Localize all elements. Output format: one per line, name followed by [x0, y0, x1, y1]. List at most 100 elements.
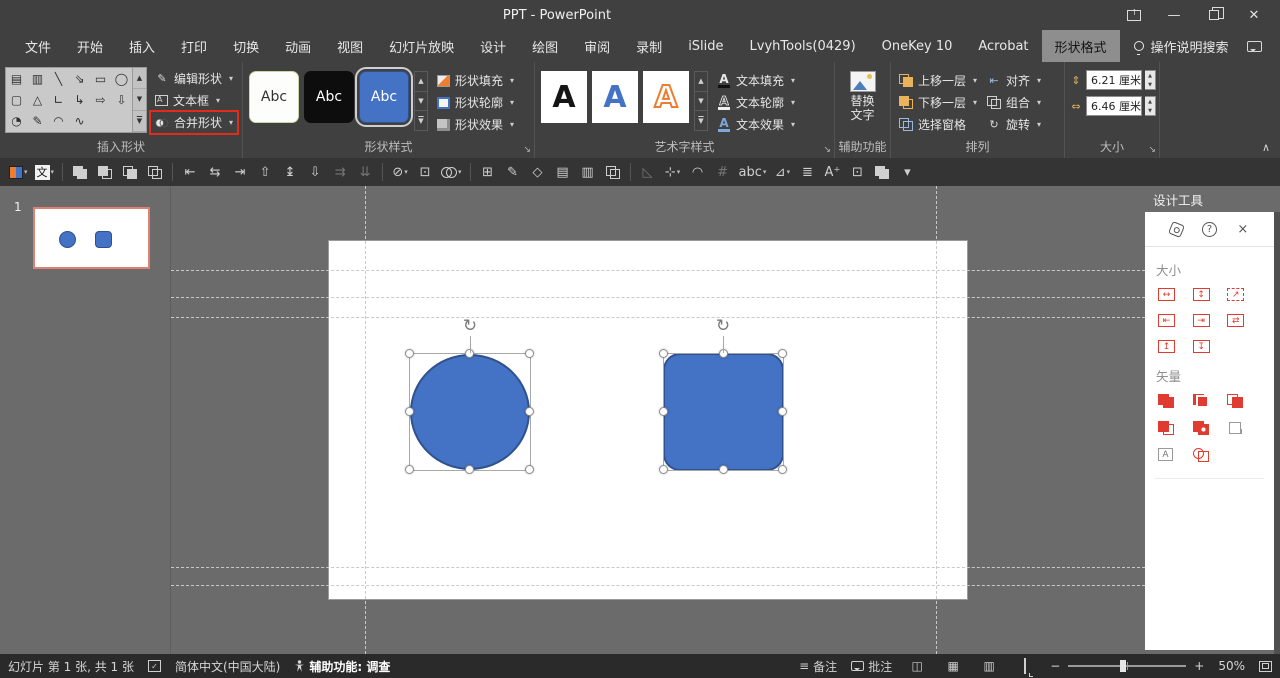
gallery-shape-12[interactable]: ◔	[6, 111, 27, 132]
group-button[interactable]: 组合▾	[983, 92, 1045, 113]
gallery-shape-13[interactable]: ✎	[27, 111, 48, 132]
selection-handle[interactable]	[778, 465, 787, 474]
crop-frame-icon[interactable]	[1227, 421, 1243, 435]
align-slide-bottom-icon[interactable]: ↧	[1193, 340, 1210, 353]
gallery-shape-14[interactable]: ◠	[48, 111, 69, 132]
collapse-ribbon-button[interactable]: ∧	[1262, 141, 1270, 154]
fit-to-window-button[interactable]	[1259, 661, 1272, 672]
shape-effects-button[interactable]: 形状效果▾	[433, 114, 518, 135]
selection-handle[interactable]	[778, 349, 787, 358]
gallery-shape-7[interactable]: △	[27, 89, 48, 110]
merge-shapes-button[interactable]: 合并形状▾	[151, 112, 237, 133]
shape-scale-icon[interactable]: ↗	[1227, 288, 1244, 301]
comments-button[interactable]: 批注	[851, 658, 892, 675]
selection-handle[interactable]	[659, 407, 668, 416]
align-center-button[interactable]: ⇆	[203, 160, 227, 184]
selection-handle[interactable]	[719, 465, 728, 474]
gallery-down-button[interactable]: ▼	[133, 89, 146, 110]
zoom-slider[interactable]	[1068, 665, 1186, 667]
language-indicator[interactable]: 简体中文(中国大陆)	[175, 658, 280, 675]
gallery-shape-1[interactable]: ▥	[27, 68, 48, 89]
selection-handle[interactable]	[405, 407, 414, 416]
swap-size-icon[interactable]: ⇄	[1227, 314, 1244, 327]
bring-to-front-button[interactable]	[68, 160, 92, 184]
font-size-button[interactable]: A⁺	[820, 160, 844, 184]
square-rotate-handle[interactable]: ↻	[713, 316, 733, 336]
tab-0[interactable]: 文件	[12, 30, 64, 62]
styles-up-button[interactable]: ▲	[414, 71, 428, 92]
slideshow-button[interactable]	[1014, 659, 1036, 673]
gallery-up-button[interactable]: ▲	[133, 68, 146, 89]
selection-handle[interactable]	[525, 407, 534, 416]
shape-styles-dialog-launcher[interactable]: ↘	[523, 145, 531, 155]
ink-button[interactable]: ✎	[501, 160, 525, 184]
tab-2[interactable]: 插入	[116, 30, 168, 62]
panel-scrollbar[interactable]	[1274, 212, 1280, 654]
textbox-vertical-button[interactable]: ▥	[576, 160, 600, 184]
normal-view-button[interactable]: ◫	[906, 659, 928, 673]
close-panel-button[interactable]: ×	[1234, 221, 1251, 238]
styles-down-button[interactable]: ▼	[414, 92, 428, 112]
styles-more-button[interactable]: ▼	[414, 111, 428, 131]
tab-11[interactable]: 录制	[623, 30, 675, 62]
gallery-shape-6[interactable]: ▢	[6, 89, 27, 110]
send-to-back-button[interactable]	[93, 160, 117, 184]
text-effects-button[interactable]: A 文本效果▾	[713, 114, 799, 135]
tab-16[interactable]: 形状格式	[1042, 30, 1120, 62]
flip-button[interactable]: ⊿▾	[770, 160, 794, 184]
tab-6[interactable]: 视图	[324, 30, 376, 62]
selection-handle[interactable]	[659, 465, 668, 474]
restore-button[interactable]	[1194, 1, 1234, 29]
shape-height-input[interactable]: 6.21 厘米	[1086, 70, 1142, 90]
shape-outline-button[interactable]: 形状轮廓▾	[433, 92, 518, 113]
align-button[interactable]: ⇤ 对齐▾	[983, 70, 1045, 91]
arc-button[interactable]: ◠	[686, 160, 710, 184]
shape-width-icon[interactable]: ↔	[1158, 288, 1175, 301]
edit-points-button[interactable]: ⊹▾	[661, 160, 685, 184]
selection-handle[interactable]	[659, 349, 668, 358]
notes-button[interactable]: ≡备注	[799, 658, 837, 675]
gallery-shape-11[interactable]: ⇩	[111, 89, 132, 110]
gallery-shape-9[interactable]: ↳	[69, 89, 90, 110]
merge-shapes-button[interactable]: ▾	[438, 160, 465, 184]
abc-case-button[interactable]: abc▾	[736, 160, 770, 184]
gallery-shape-8[interactable]: ∟	[48, 89, 69, 110]
gallery-shape-15[interactable]: ∿	[69, 111, 90, 132]
tab-15[interactable]: Acrobat	[965, 30, 1041, 62]
shape-width-input[interactable]: 6.46 厘米	[1086, 96, 1142, 116]
slide-size-button[interactable]: ⊡	[845, 160, 869, 184]
comments-icon[interactable]	[1247, 41, 1262, 52]
align-bottom-button[interactable]: ⇩	[303, 160, 327, 184]
selection-handle[interactable]	[465, 465, 474, 474]
shape-outline-icon[interactable]	[1193, 448, 1209, 462]
picture-button[interactable]: ⊞	[476, 160, 500, 184]
zoom-slider-thumb[interactable]	[1120, 660, 1126, 672]
tab-3[interactable]: 打印	[168, 30, 220, 62]
text-outline-button[interactable]: A 文本轮廓▾	[713, 92, 799, 113]
wordart-swatch-2[interactable]: A	[592, 71, 638, 123]
selection-handle[interactable]	[525, 465, 534, 474]
selection-handle[interactable]	[405, 465, 414, 474]
text-fill-button[interactable]: A 文本填充▾	[713, 70, 799, 91]
width-spinner[interactable]: ▲▼	[1145, 96, 1156, 116]
align-top-button[interactable]: ⇧	[253, 160, 277, 184]
fill-color-button[interactable]: ▾	[6, 160, 31, 184]
shape-fill-button[interactable]: 形状填充▾	[433, 70, 518, 91]
close-button[interactable]: ✕	[1234, 1, 1274, 29]
tab-13[interactable]: LvyhTools(0429)	[737, 30, 869, 62]
tab-5[interactable]: 动画	[272, 30, 324, 62]
wordart-up-button[interactable]: ▲	[694, 71, 708, 92]
zoom-in-button[interactable]: +	[1194, 659, 1204, 673]
size-button[interactable]: ⊡	[413, 160, 437, 184]
intersect-icon[interactable]	[1158, 421, 1174, 435]
no-outline-button[interactable]: ⊘▾	[388, 160, 412, 184]
wordart-down-button[interactable]: ▼	[694, 92, 708, 112]
layers-button[interactable]	[870, 160, 894, 184]
zoom-level[interactable]: 50%	[1218, 659, 1245, 673]
ribbon-display-options-button[interactable]	[1114, 1, 1154, 29]
wordart-swatch-3[interactable]: A	[643, 71, 689, 123]
slide-canvas[interactable]: ↻ ↻	[170, 186, 1145, 654]
selection-handle[interactable]	[525, 349, 534, 358]
union-icon[interactable]	[1158, 394, 1174, 408]
gallery-shape-0[interactable]: ▤	[6, 68, 27, 89]
